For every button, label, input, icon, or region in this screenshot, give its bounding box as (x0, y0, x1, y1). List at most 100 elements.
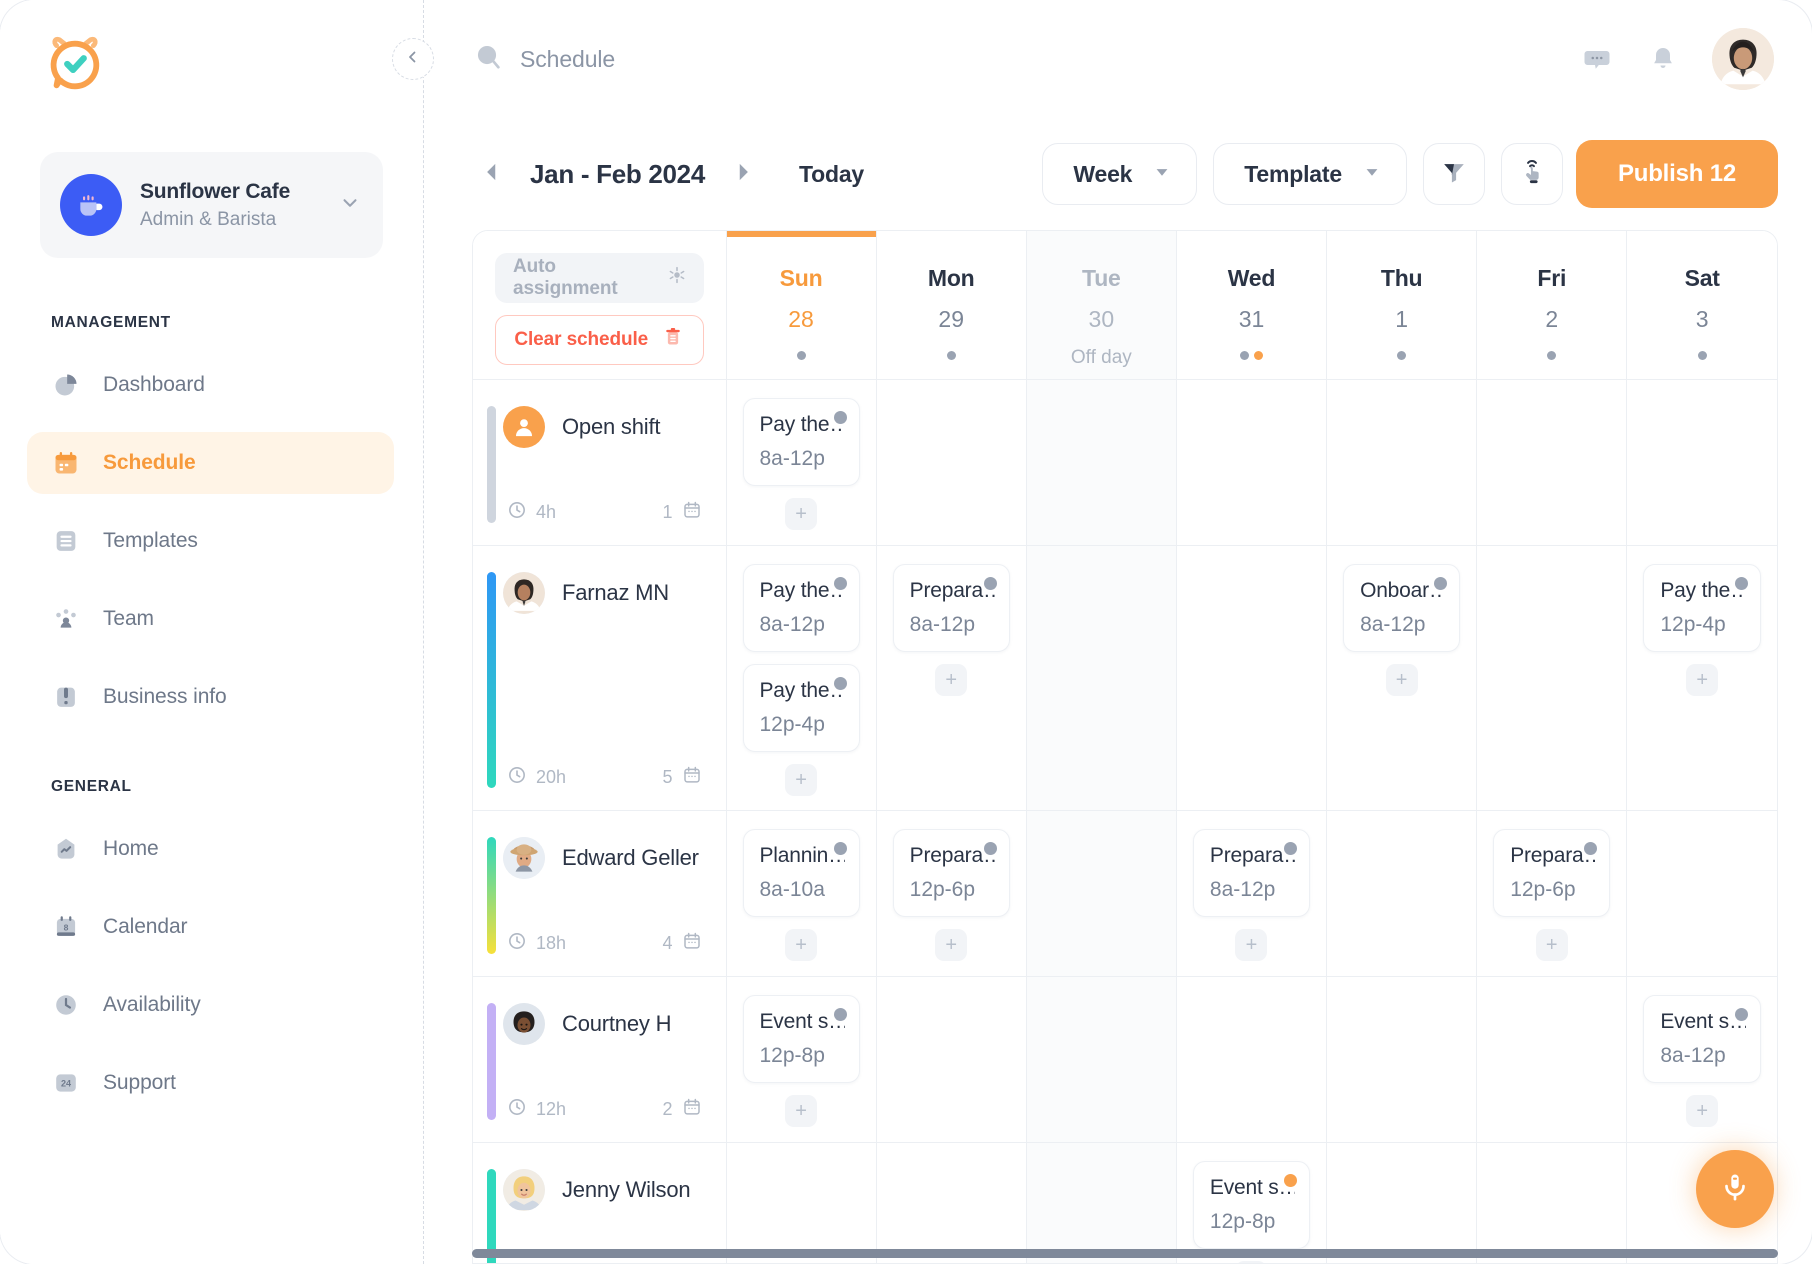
day-cell[interactable] (1025, 810, 1177, 977)
app-logo[interactable] (0, 0, 423, 96)
sidebar-item-calendar[interactable]: 8 Calendar (27, 896, 394, 958)
day-cell[interactable] (1326, 976, 1477, 1143)
sidebar-item-dashboard[interactable]: Dashboard (27, 354, 394, 416)
add-shift-button[interactable]: + (935, 663, 968, 696)
publish-button[interactable]: Publish 12 (1575, 140, 1778, 208)
day-cell[interactable] (1025, 379, 1177, 546)
add-shift-button[interactable]: + (1385, 663, 1418, 696)
day-cell[interactable]: Plannin… 8a-10a + (725, 810, 877, 977)
sidebar-item-business-info[interactable]: Business info (27, 666, 394, 728)
employee-cell[interactable]: Open shift 4h 1 (473, 379, 726, 546)
sidebar-item-support[interactable]: 24 Support (27, 1052, 394, 1114)
add-shift-button[interactable]: + (785, 1094, 818, 1127)
sidebar-item-availability[interactable]: Availability (27, 974, 394, 1036)
day-cell[interactable]: Prepara… 8a-12p + (875, 545, 1027, 811)
day-cell[interactable] (1476, 379, 1627, 546)
sidebar-collapse-button[interactable] (392, 38, 434, 80)
add-shift-button[interactable]: + (785, 763, 818, 796)
add-shift-button[interactable]: + (935, 928, 968, 961)
day-cell[interactable] (1326, 1142, 1477, 1263)
day-cell[interactable] (1025, 545, 1177, 811)
shift-card[interactable]: Event s… 12p-8p (742, 994, 860, 1083)
day-cell[interactable] (1476, 545, 1627, 811)
day-cell[interactable]: Pay the… 8a-12p + (725, 379, 877, 546)
day-cell[interactable]: Pay the… 8a-12p Pay the… 12p-4p + (725, 545, 877, 811)
day-cell[interactable] (1175, 379, 1327, 546)
add-shift-button[interactable]: + (785, 928, 818, 961)
day-cell[interactable] (875, 976, 1027, 1143)
day-cell[interactable]: Onboar… 8a-12p + (1326, 545, 1477, 811)
day-cell[interactable] (1025, 976, 1177, 1143)
add-shift-button[interactable]: + (1535, 928, 1568, 961)
day-header-sat[interactable]: Sat 3 (1626, 231, 1777, 380)
day-header-thu[interactable]: Thu 1 (1326, 231, 1477, 380)
day-cell[interactable]: Event s… 8a-12p + (1626, 976, 1777, 1143)
day-cell[interactable]: Event s… 12p-8p + (1175, 1142, 1327, 1263)
day-cell[interactable] (725, 1142, 877, 1263)
shift-card[interactable]: Pay the… 12p-4p (1643, 563, 1761, 652)
day-header-sun[interactable]: Sun 28 (725, 231, 877, 380)
day-cell[interactable]: Prepara… 12p-6p + (875, 810, 1027, 977)
employee-cell[interactable]: Edward Geller 18h 4 (473, 810, 726, 977)
view-select[interactable]: Week (1042, 143, 1198, 205)
day-cell[interactable] (1175, 976, 1327, 1143)
next-week-button[interactable] (723, 154, 763, 194)
day-cell[interactable] (1626, 379, 1777, 546)
shift-card[interactable]: Pay the… 8a-12p (742, 397, 860, 486)
day-cell[interactable] (1626, 810, 1777, 977)
employee-cell[interactable]: Courtney H 12h 2 (473, 976, 726, 1143)
shift-card[interactable]: Event s… 8a-12p (1643, 994, 1761, 1083)
day-cell[interactable] (1326, 379, 1477, 546)
prev-week-button[interactable] (472, 154, 512, 194)
shift-card[interactable]: Onboar… 8a-12p (1343, 563, 1461, 652)
voice-assistant-button[interactable] (1696, 1150, 1774, 1228)
shift-card[interactable]: Prepara… 12p-6p (892, 828, 1010, 917)
day-header-mon[interactable]: Mon 29 (875, 231, 1027, 380)
day-cell[interactable] (1476, 976, 1627, 1143)
shift-title: Pay the… (759, 412, 845, 436)
tap-gesture-button[interactable] (1500, 143, 1563, 205)
auto-assignment-button[interactable]: Auto assignment (495, 253, 704, 303)
filter-button[interactable] (1422, 143, 1485, 205)
shift-card[interactable]: Plannin… 8a-10a (742, 828, 860, 917)
day-header-tue[interactable]: Tue 30 Off day (1025, 231, 1177, 380)
sidebar-item-templates[interactable]: Templates (27, 510, 394, 572)
bell-icon[interactable] (1646, 42, 1680, 76)
add-shift-button[interactable]: + (1686, 1094, 1719, 1127)
day-cell[interactable] (1326, 810, 1477, 977)
clear-schedule-button[interactable]: Clear schedule (495, 315, 704, 365)
workspace-selector[interactable]: Sunflower Cafe Admin & Barista (40, 152, 383, 258)
shift-card[interactable]: Pay the… 8a-12p (742, 563, 860, 652)
day-cell[interactable] (875, 1142, 1027, 1263)
add-shift-button[interactable]: + (1235, 1260, 1268, 1263)
employee-cell[interactable]: Jenny Wilson8h1 (473, 1142, 726, 1263)
day-cell[interactable] (1025, 1142, 1177, 1263)
day-cell[interactable] (875, 379, 1027, 546)
shift-card[interactable]: Event s… 12p-8p (1192, 1160, 1311, 1249)
today-button[interactable]: Today (799, 161, 864, 188)
day-cell[interactable]: Prepara… 12p-6p + (1476, 810, 1627, 977)
add-shift-button[interactable]: + (1686, 663, 1719, 696)
sidebar-item-home[interactable]: Home (27, 818, 394, 880)
sidebar-item-team[interactable]: Team (27, 588, 394, 650)
day-cell[interactable] (1476, 1142, 1627, 1263)
day-header-fri[interactable]: Fri 2 (1476, 231, 1627, 380)
horizontal-scrollbar[interactable] (472, 1249, 1778, 1258)
day-cell[interactable]: Event s… 12p-8p + (725, 976, 877, 1143)
day-cell[interactable] (1175, 545, 1327, 811)
shift-card[interactable]: Pay the… 12p-4p (742, 663, 860, 752)
shift-card[interactable]: Prepara… 8a-12p (1192, 828, 1311, 917)
day-header-dots (1177, 349, 1326, 361)
day-cell[interactable]: Prepara… 8a-12p + (1175, 810, 1327, 977)
employee-cell[interactable]: Farnaz MN 20h 5 (473, 545, 726, 811)
chat-bubble-icon[interactable] (1580, 42, 1614, 76)
add-shift-button[interactable]: + (1235, 928, 1268, 961)
sidebar-item-schedule[interactable]: Schedule (27, 432, 394, 494)
add-shift-button[interactable]: + (785, 497, 818, 530)
day-cell[interactable]: Pay the… 12p-4p + (1626, 545, 1777, 811)
template-select[interactable]: Template (1213, 143, 1407, 205)
day-header-wed[interactable]: Wed 31 (1175, 231, 1327, 380)
shift-card[interactable]: Prepara… 8a-12p (892, 563, 1010, 652)
shift-card[interactable]: Prepara… 12p-6p (1493, 828, 1611, 917)
avatar[interactable] (1712, 28, 1774, 90)
